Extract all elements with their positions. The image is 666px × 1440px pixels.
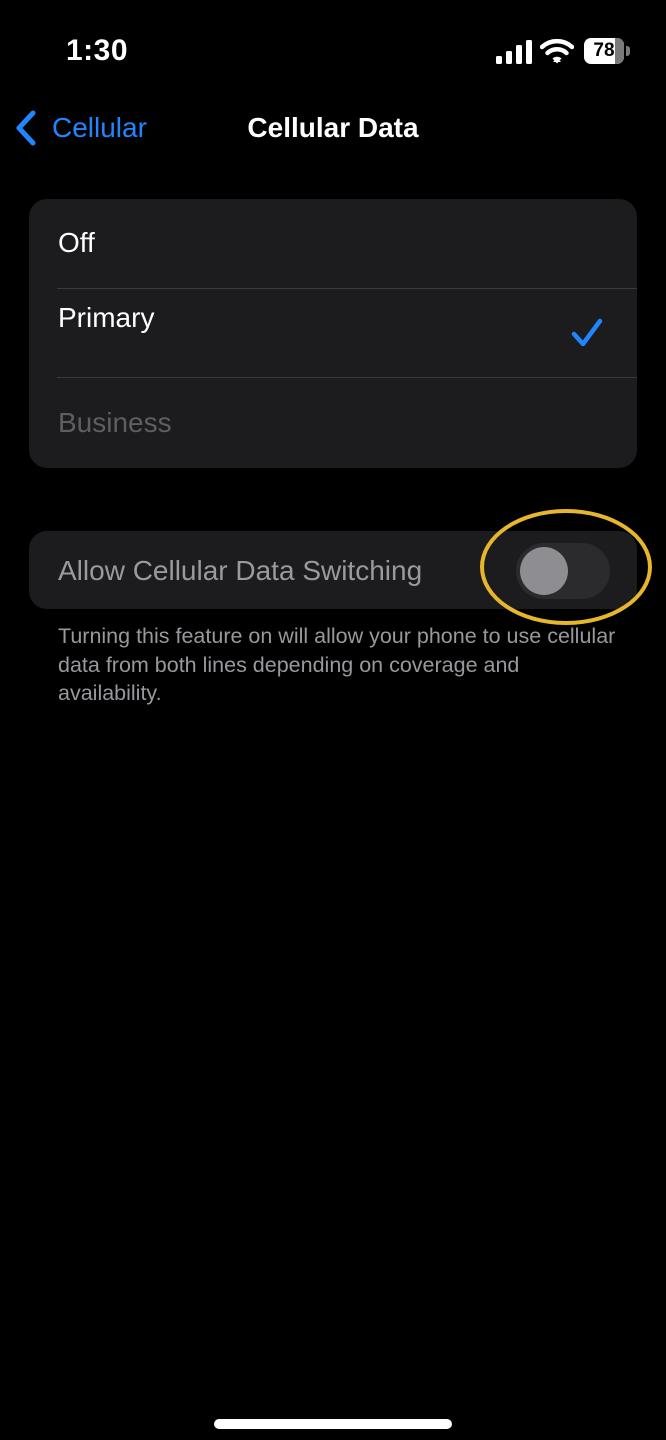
data-switching-footnote: Turning this feature on will allow your … [58,624,616,705]
option-primary[interactable]: Primary [29,288,637,377]
data-switching-toggle[interactable] [516,543,610,599]
back-button-label: Cellular [52,112,147,143]
battery-nub [626,46,630,56]
option-off[interactable]: Off [29,199,637,288]
checkmark-icon [571,318,603,347]
option-label: Business [58,407,172,438]
home-indicator[interactable] [214,1419,452,1429]
option-business: Business [29,377,637,468]
data-switching-label: Allow Cellular Data Switching [58,555,423,586]
cellular-line-options: Off Primary Business [29,199,637,468]
status-time: 1:30 [66,34,129,67]
option-label: Primary [58,302,155,333]
chevron-left-icon [16,110,36,146]
battery-body: 78 [584,38,624,64]
battery-icon: 78 [584,38,630,64]
signal-icon [496,40,532,64]
battery-level: 78 [593,40,615,61]
toggle-knob [520,547,568,595]
wifi-icon [540,38,574,64]
back-button[interactable]: Cellular [14,108,147,148]
option-label: Off [58,227,95,258]
status-bar: 1:30 78 [0,0,666,100]
data-switching-row: Allow Cellular Data Switching [29,531,637,609]
